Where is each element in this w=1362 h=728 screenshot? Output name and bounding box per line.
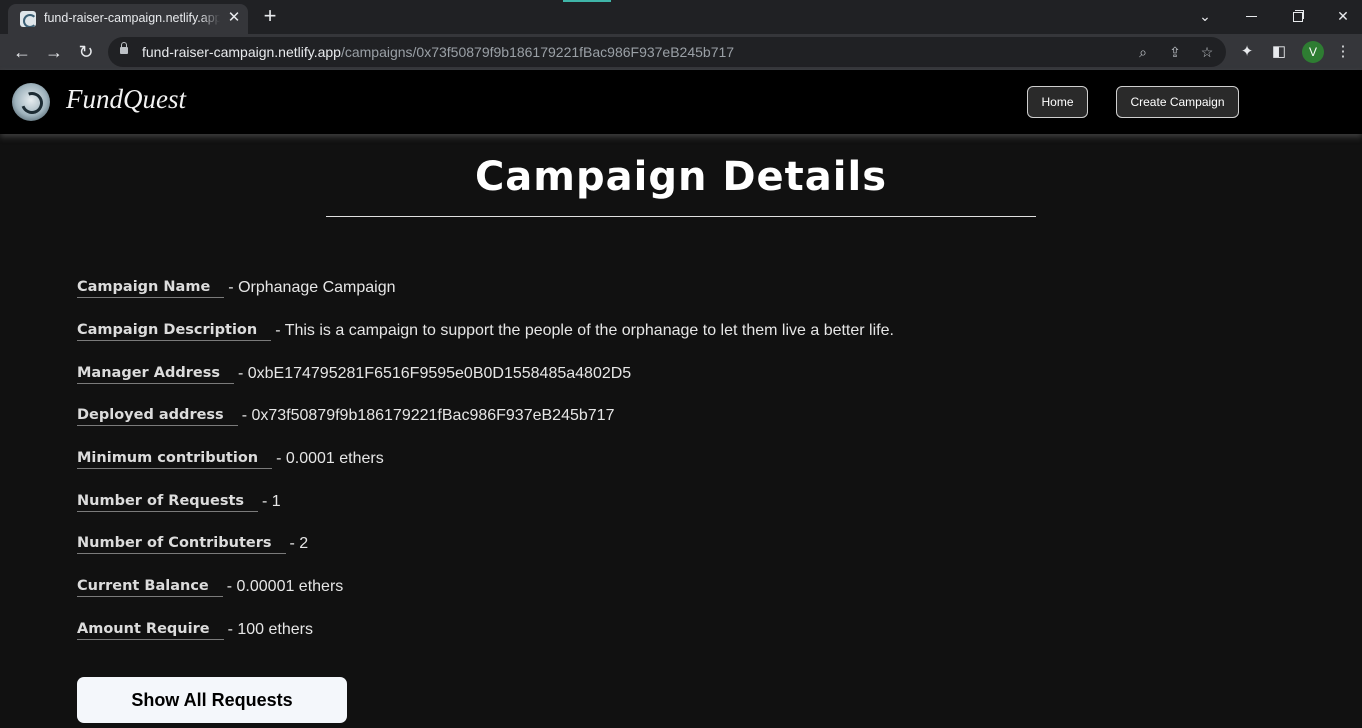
- site-favicon-icon: [20, 11, 36, 27]
- lock-icon: [120, 42, 128, 54]
- detail-deployed-address: Deployed address - 0x73f50879f9b186179221…: [77, 407, 614, 433]
- restore-icon[interactable]: [1282, 2, 1312, 30]
- detail-label: Campaign Name: [77, 279, 225, 298]
- close-tab-icon[interactable]: ✕: [226, 10, 242, 26]
- detail-number-of-requests: Number of Requests - 1: [77, 493, 281, 519]
- reload-icon[interactable]: ↻: [74, 40, 98, 64]
- browser-titlebar: fund-raiser-campaign.netlify.app/campaig…: [0, 0, 1362, 34]
- detail-label: Current Balance: [77, 578, 223, 597]
- create-campaign-button[interactable]: Create Campaign: [1116, 86, 1239, 118]
- home-button[interactable]: Home: [1027, 86, 1088, 118]
- detail-amount-require: Amount Require - 100 ethers: [77, 621, 313, 647]
- browser-toolbar: ← → ↻ fund-raiser-campaign.netlify.app/c…: [0, 34, 1362, 70]
- side-panel-icon[interactable]: ◧: [1269, 42, 1289, 62]
- close-window-icon[interactable]: ✕: [1328, 2, 1358, 30]
- detail-value: - 0x73f50879f9b186179221fBac986F937eB245…: [241, 407, 615, 424]
- detail-current-balance: Current Balance - 0.00001 ethers: [77, 578, 343, 604]
- browser-tab[interactable]: fund-raiser-campaign.netlify.app/campaig…: [8, 4, 248, 34]
- url-text: fund-raiser-campaign.netlify.app/campaig…: [142, 44, 734, 60]
- detail-value: - 2: [289, 535, 309, 552]
- new-tab-icon[interactable]: +: [258, 5, 282, 29]
- brand-name[interactable]: FundQuest: [66, 84, 186, 115]
- fundquest-logo-icon[interactable]: [12, 83, 50, 121]
- detail-label: Amount Require: [77, 621, 224, 640]
- extensions-icon[interactable]: ✦: [1237, 42, 1257, 62]
- detail-value: - 0.00001 ethers: [226, 578, 344, 595]
- detail-value: - 0.0001 ethers: [276, 450, 384, 467]
- minimize-icon[interactable]: [1236, 2, 1266, 30]
- detail-label: Number of Requests: [77, 493, 259, 512]
- share-icon[interactable]: ⇪: [1166, 43, 1184, 61]
- detail-campaign-description: Campaign Description - This is a campaign…: [77, 322, 894, 348]
- page-title: Campaign Details: [474, 154, 888, 200]
- detail-value: - Orphanage Campaign: [228, 279, 396, 296]
- detail-label: Number of Contributers: [77, 535, 286, 554]
- detail-label: Minimum contribution: [77, 450, 273, 469]
- url-host: fund-raiser-campaign.netlify.app: [142, 44, 341, 60]
- detail-campaign-name: Campaign Name - Orphanage Campaign: [77, 279, 396, 305]
- title-divider: [326, 216, 1036, 217]
- detail-label: Manager Address: [77, 365, 234, 384]
- bookmark-star-icon[interactable]: ☆: [1198, 43, 1216, 61]
- forward-icon[interactable]: →: [42, 40, 66, 64]
- detail-label: Deployed address: [77, 407, 238, 426]
- tab-search-icon[interactable]: ⌄: [1190, 2, 1220, 30]
- profile-avatar[interactable]: V: [1302, 41, 1324, 63]
- detail-minimum-contribution: Minimum contribution - 0.0001 ethers: [77, 450, 384, 476]
- tab-title: fund-raiser-campaign.netlify.app/campaig…: [44, 11, 220, 27]
- site-header: FundQuest Home Create Campaign: [0, 70, 1362, 134]
- address-bar[interactable]: fund-raiser-campaign.netlify.app/campaig…: [108, 37, 1226, 67]
- detail-label: Campaign Description: [77, 322, 272, 341]
- detail-value: - 100 ethers: [227, 621, 313, 638]
- url-path: /campaigns/0x73f50879f9b186179221fBac986…: [340, 44, 735, 60]
- detail-number-of-contributers: Number of Contributers - 2: [77, 535, 308, 561]
- back-icon[interactable]: ←: [10, 40, 34, 64]
- detail-value: - 0xbE174795281F6516F9595e0B0D1558485a48…: [237, 365, 632, 382]
- detail-value: - 1: [262, 493, 281, 510]
- zoom-icon[interactable]: ⌕: [1134, 43, 1152, 61]
- detail-value: - This is a campaign to support the peop…: [275, 322, 894, 339]
- detail-manager-address: Manager Address - 0xbE174795281F6516F9595…: [77, 365, 631, 391]
- tab-strip-indicator: [563, 0, 611, 2]
- show-all-requests-button[interactable]: Show All Requests: [77, 677, 347, 723]
- menu-icon[interactable]: ⋮: [1333, 42, 1353, 62]
